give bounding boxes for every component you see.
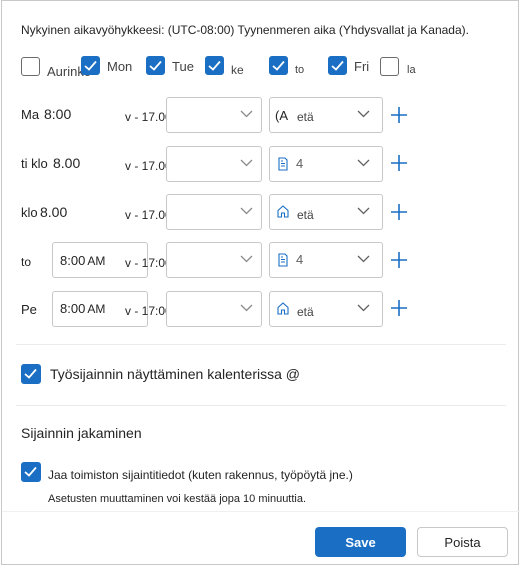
timezone-text: Nykyinen aikavyöhykkeesi: (UTC-08:00) Ty… <box>21 23 469 37</box>
location-value: etä <box>297 305 314 319</box>
day-label-thursday: to <box>295 64 305 76</box>
start-time[interactable]: 8.00 <box>53 155 80 171</box>
location-value: etä <box>297 208 314 222</box>
start-time[interactable]: 8:00 AM <box>60 301 105 316</box>
discard-button[interactable]: Poista <box>417 527 508 557</box>
chevron-down-icon <box>357 255 370 263</box>
checkmark-icon <box>24 466 37 477</box>
location-dropdown[interactable]: 4 <box>269 146 383 182</box>
checkbox-tuesday[interactable] <box>146 56 165 75</box>
day-label-saturday: la <box>407 64 416 76</box>
end-time[interactable]: v - 17.00 <box>125 110 172 124</box>
location-value: 4 <box>296 156 304 171</box>
checkmark-icon <box>208 60 221 71</box>
checkmark-icon <box>24 368 37 379</box>
location-dropdown[interactable]: (A etä <box>269 97 383 133</box>
row-day-label: klo <box>21 205 38 220</box>
time-dropdown[interactable] <box>166 146 262 182</box>
end-time[interactable]: v - 17:00 <box>125 256 172 270</box>
location-value: 4 <box>296 252 304 267</box>
chevron-down-icon <box>240 207 253 215</box>
chevron-down-icon <box>240 255 253 263</box>
home-icon <box>277 205 289 218</box>
checkbox-wednesday[interactable] <box>205 56 224 75</box>
chevron-down-icon <box>240 159 253 167</box>
checkbox-sunday[interactable] <box>21 57 40 76</box>
day-label-friday: Fri <box>354 59 370 74</box>
save-button[interactable]: Save <box>315 527 406 557</box>
checkmark-icon <box>149 60 162 71</box>
row-day-label: Pe <box>21 302 37 317</box>
row-day-label: to <box>21 255 32 269</box>
location-dropdown[interactable]: etä <box>269 291 383 327</box>
hint-text: Asetusten muuttaminen voi kestää jopa 10… <box>48 493 307 505</box>
location-dropdown[interactable]: etä <box>269 194 383 230</box>
work-hours-dialog: Nykyinen aikavyöhykkeesi: (UTC-08:00) Ty… <box>1 0 520 565</box>
chevron-down-icon <box>240 110 253 118</box>
building-icon <box>278 157 288 171</box>
building-icon <box>278 253 288 267</box>
chevron-down-icon <box>357 207 370 215</box>
home-icon <box>277 302 289 315</box>
add-icon[interactable] <box>389 153 409 173</box>
checkbox-saturday[interactable] <box>380 57 399 76</box>
row-day-label: Ma <box>21 107 40 122</box>
time-dropdown[interactable] <box>166 291 262 327</box>
checkmark-icon <box>331 60 344 71</box>
checkmark-icon <box>84 60 97 71</box>
divider <box>16 405 506 406</box>
chevron-down-icon <box>357 159 370 167</box>
add-icon[interactable] <box>389 105 409 125</box>
start-time[interactable]: 8:00 AM <box>60 253 105 268</box>
add-icon[interactable] <box>389 298 409 318</box>
show-in-calendar-checkbox[interactable] <box>21 364 41 384</box>
time-dropdown[interactable] <box>166 242 262 278</box>
end-time[interactable]: v - 17.00 <box>125 159 172 173</box>
time-dropdown[interactable] <box>166 194 262 230</box>
row-day-label: ti klo <box>21 156 48 171</box>
start-time[interactable]: 8:00 <box>44 106 71 122</box>
location-prefix: (A <box>275 108 288 123</box>
day-label-tuesday: Tue <box>172 59 194 74</box>
section-title-sharing: Sijainnin jakaminen <box>21 425 142 441</box>
checkbox-monday[interactable] <box>81 56 100 75</box>
divider <box>16 344 506 345</box>
start-time[interactable]: 8.00 <box>40 204 67 220</box>
checkbox-friday[interactable] <box>328 56 347 75</box>
chevron-down-icon <box>357 110 370 118</box>
share-location-checkbox[interactable] <box>21 462 41 482</box>
day-label-monday: Mon <box>107 59 133 74</box>
day-label-wednesday: ke <box>231 63 244 77</box>
add-icon[interactable] <box>389 202 409 222</box>
divider <box>2 511 520 512</box>
add-icon[interactable] <box>389 250 409 270</box>
share-location-label: Jaa toimiston sijaintitiedot (kuten rake… <box>48 468 353 482</box>
chevron-down-icon <box>240 304 253 312</box>
location-value: etä <box>297 110 314 124</box>
end-time[interactable]: v - 17:00 <box>125 304 172 318</box>
end-time[interactable]: v - 17.00 <box>125 208 172 222</box>
checkmark-icon <box>272 60 285 71</box>
checkbox-thursday[interactable] <box>269 56 288 75</box>
chevron-down-icon <box>357 304 370 312</box>
time-dropdown[interactable] <box>166 97 262 133</box>
location-dropdown[interactable]: 4 <box>269 242 383 278</box>
show-in-calendar-label: Työsijainnin näyttäminen kalenterissa @ <box>50 366 301 382</box>
